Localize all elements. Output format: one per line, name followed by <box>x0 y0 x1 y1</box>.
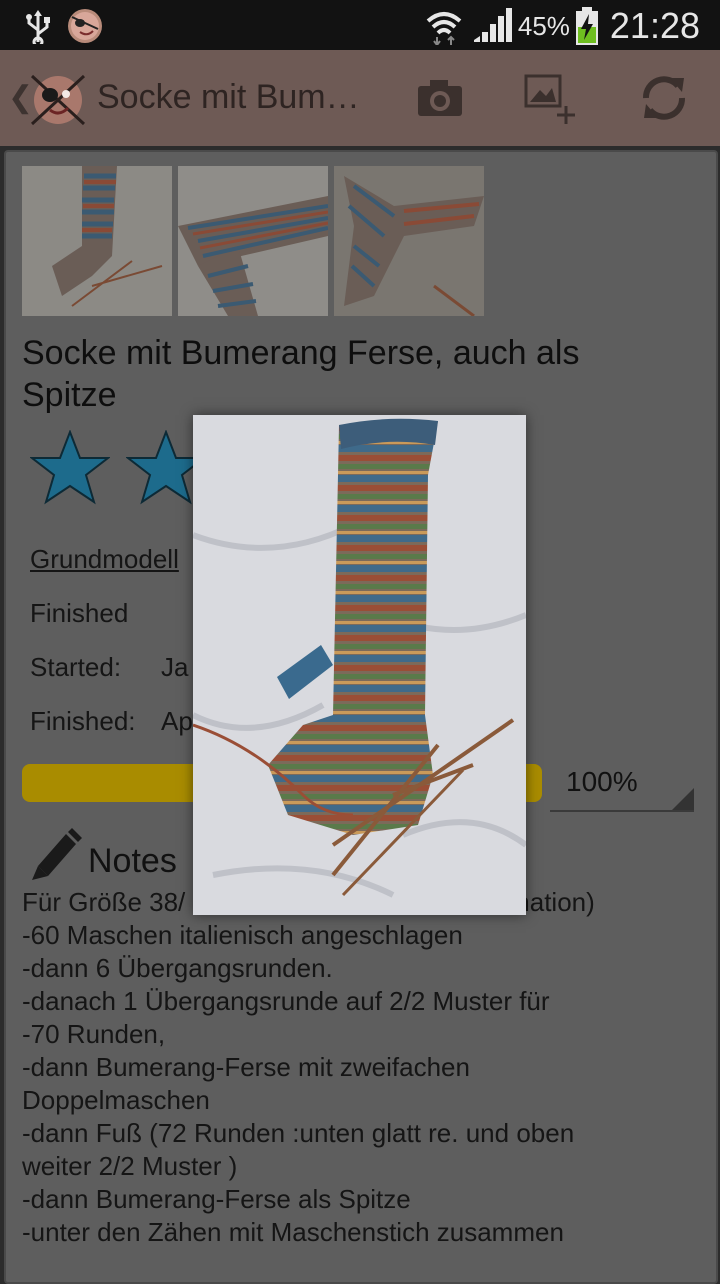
started-value: Ja <box>161 652 189 682</box>
usb-icon <box>26 10 50 44</box>
action-bar: ❮ Socke mit Bum… <box>0 50 720 146</box>
notes-line: -dann 6 Übergangsrunden. <box>22 953 333 983</box>
rating-star-icon[interactable] <box>30 430 110 505</box>
battery-charging-icon <box>575 7 598 45</box>
notes-line: -dann Bumerang-Ferse als Spitze <box>22 1184 411 1214</box>
dropdown-arrow-icon <box>672 788 694 810</box>
project-status: Finished <box>30 598 129 628</box>
started-label: Started: <box>30 652 122 682</box>
app-notification-icon <box>68 9 102 43</box>
signal-icon <box>473 8 512 42</box>
notes-text: Für Größe 38/nation) -60 Maschen italien… <box>22 886 702 1249</box>
photo-thumbnail[interactable] <box>334 166 484 316</box>
notes-line: -70 Runden, <box>22 1019 166 1049</box>
app-logo-icon[interactable] <box>28 68 88 128</box>
notes-line: -danach 1 Übergangsrunde auf 2/2 Muster … <box>22 986 550 1016</box>
page-title: Socke mit Bum… <box>97 78 360 116</box>
notes-line: -60 Maschen italienisch angeschlagen <box>22 920 463 950</box>
progress-percent-dropdown[interactable]: 100% <box>550 762 694 812</box>
camera-icon[interactable] <box>412 70 468 126</box>
photo-thumbnail[interactable] <box>178 166 328 316</box>
notes-line: Doppelmaschen <box>22 1085 210 1115</box>
wifi-icon <box>426 12 462 45</box>
refresh-icon[interactable] <box>636 70 692 126</box>
status-bar: 45% 21:28 <box>0 0 720 50</box>
add-image-icon[interactable] <box>522 70 578 126</box>
photo-thumbnail[interactable] <box>22 166 172 316</box>
notes-line: weiter 2/2 Muster ) <box>22 1151 238 1181</box>
pencil-icon <box>32 828 82 880</box>
progress-percent-value: 100% <box>566 766 638 797</box>
knitted-sock-photo <box>191 415 528 915</box>
notes-line: -dann Bumerang-Ferse mit zweifachen <box>22 1052 470 1082</box>
pattern-title: Socke mit Bumerang Ferse, auch als Spitz… <box>22 334 580 414</box>
pattern-source-link[interactable]: Grundmodell <box>30 544 179 575</box>
finished-value: Ap <box>161 706 193 736</box>
notes-line: -unter den Zähen mit Maschenstich zusamm… <box>22 1217 564 1247</box>
battery-percent: 45% <box>517 10 570 41</box>
finished-label: Finished: <box>30 706 136 736</box>
photo-preview-popup[interactable] <box>191 415 528 915</box>
clock: 21:28 <box>609 5 700 46</box>
notes-heading: Notes <box>88 842 177 880</box>
notes-line: -dann Fuß (72 Runden :unten glatt re. un… <box>22 1118 575 1148</box>
